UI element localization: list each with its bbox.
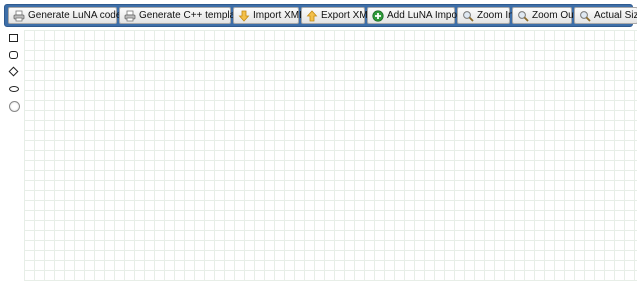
generate-cpp-template-label: Generate C++ template <box>139 10 244 21</box>
add-icon <box>372 9 384 22</box>
magnifier-icon <box>517 10 529 22</box>
actual-size-label: Actual Size <box>594 10 637 21</box>
magnifier-icon <box>462 10 474 22</box>
shape-palette <box>0 30 24 281</box>
diamond-shape-tool[interactable] <box>8 66 19 77</box>
rectangle-shape-tool[interactable] <box>9 34 18 42</box>
ellipse-shape-tool[interactable] <box>9 86 19 92</box>
arrow-up-icon <box>306 9 318 22</box>
zoom-out-button[interactable]: Zoom Out <box>512 7 576 24</box>
generate-luna-code-button[interactable]: Generate LuNA code <box>8 7 121 24</box>
zoom-in-label: Zoom In <box>477 10 514 21</box>
diagram-canvas[interactable] <box>24 30 637 281</box>
export-xml-button[interactable]: Export XML <box>301 7 373 24</box>
circle-shape-tool[interactable] <box>9 101 20 112</box>
generate-luna-code-label: Generate LuNA code <box>28 10 122 21</box>
generate-cpp-template-button[interactable]: Generate C++ template <box>119 7 244 24</box>
toolbar: Generate LuNA code Generate C++ template… <box>4 4 637 27</box>
zoom-out-label: Zoom Out <box>532 10 577 21</box>
add-luna-import-button[interactable]: Add LuNA Import <box>367 7 463 24</box>
printer-icon <box>13 10 25 22</box>
actual-size-button[interactable]: Actual Size <box>574 7 637 24</box>
arrow-down-icon <box>238 10 250 22</box>
add-luna-import-label: Add LuNA Import <box>387 10 464 21</box>
import-xml-label: Import XML <box>253 10 305 21</box>
magnifier-icon <box>579 10 591 22</box>
rounded-rectangle-shape-tool[interactable] <box>9 51 18 59</box>
import-xml-button[interactable]: Import XML <box>233 7 305 24</box>
export-xml-label: Export XML <box>321 10 374 21</box>
printer-icon <box>124 10 136 22</box>
zoom-in-button[interactable]: Zoom In <box>457 7 514 24</box>
